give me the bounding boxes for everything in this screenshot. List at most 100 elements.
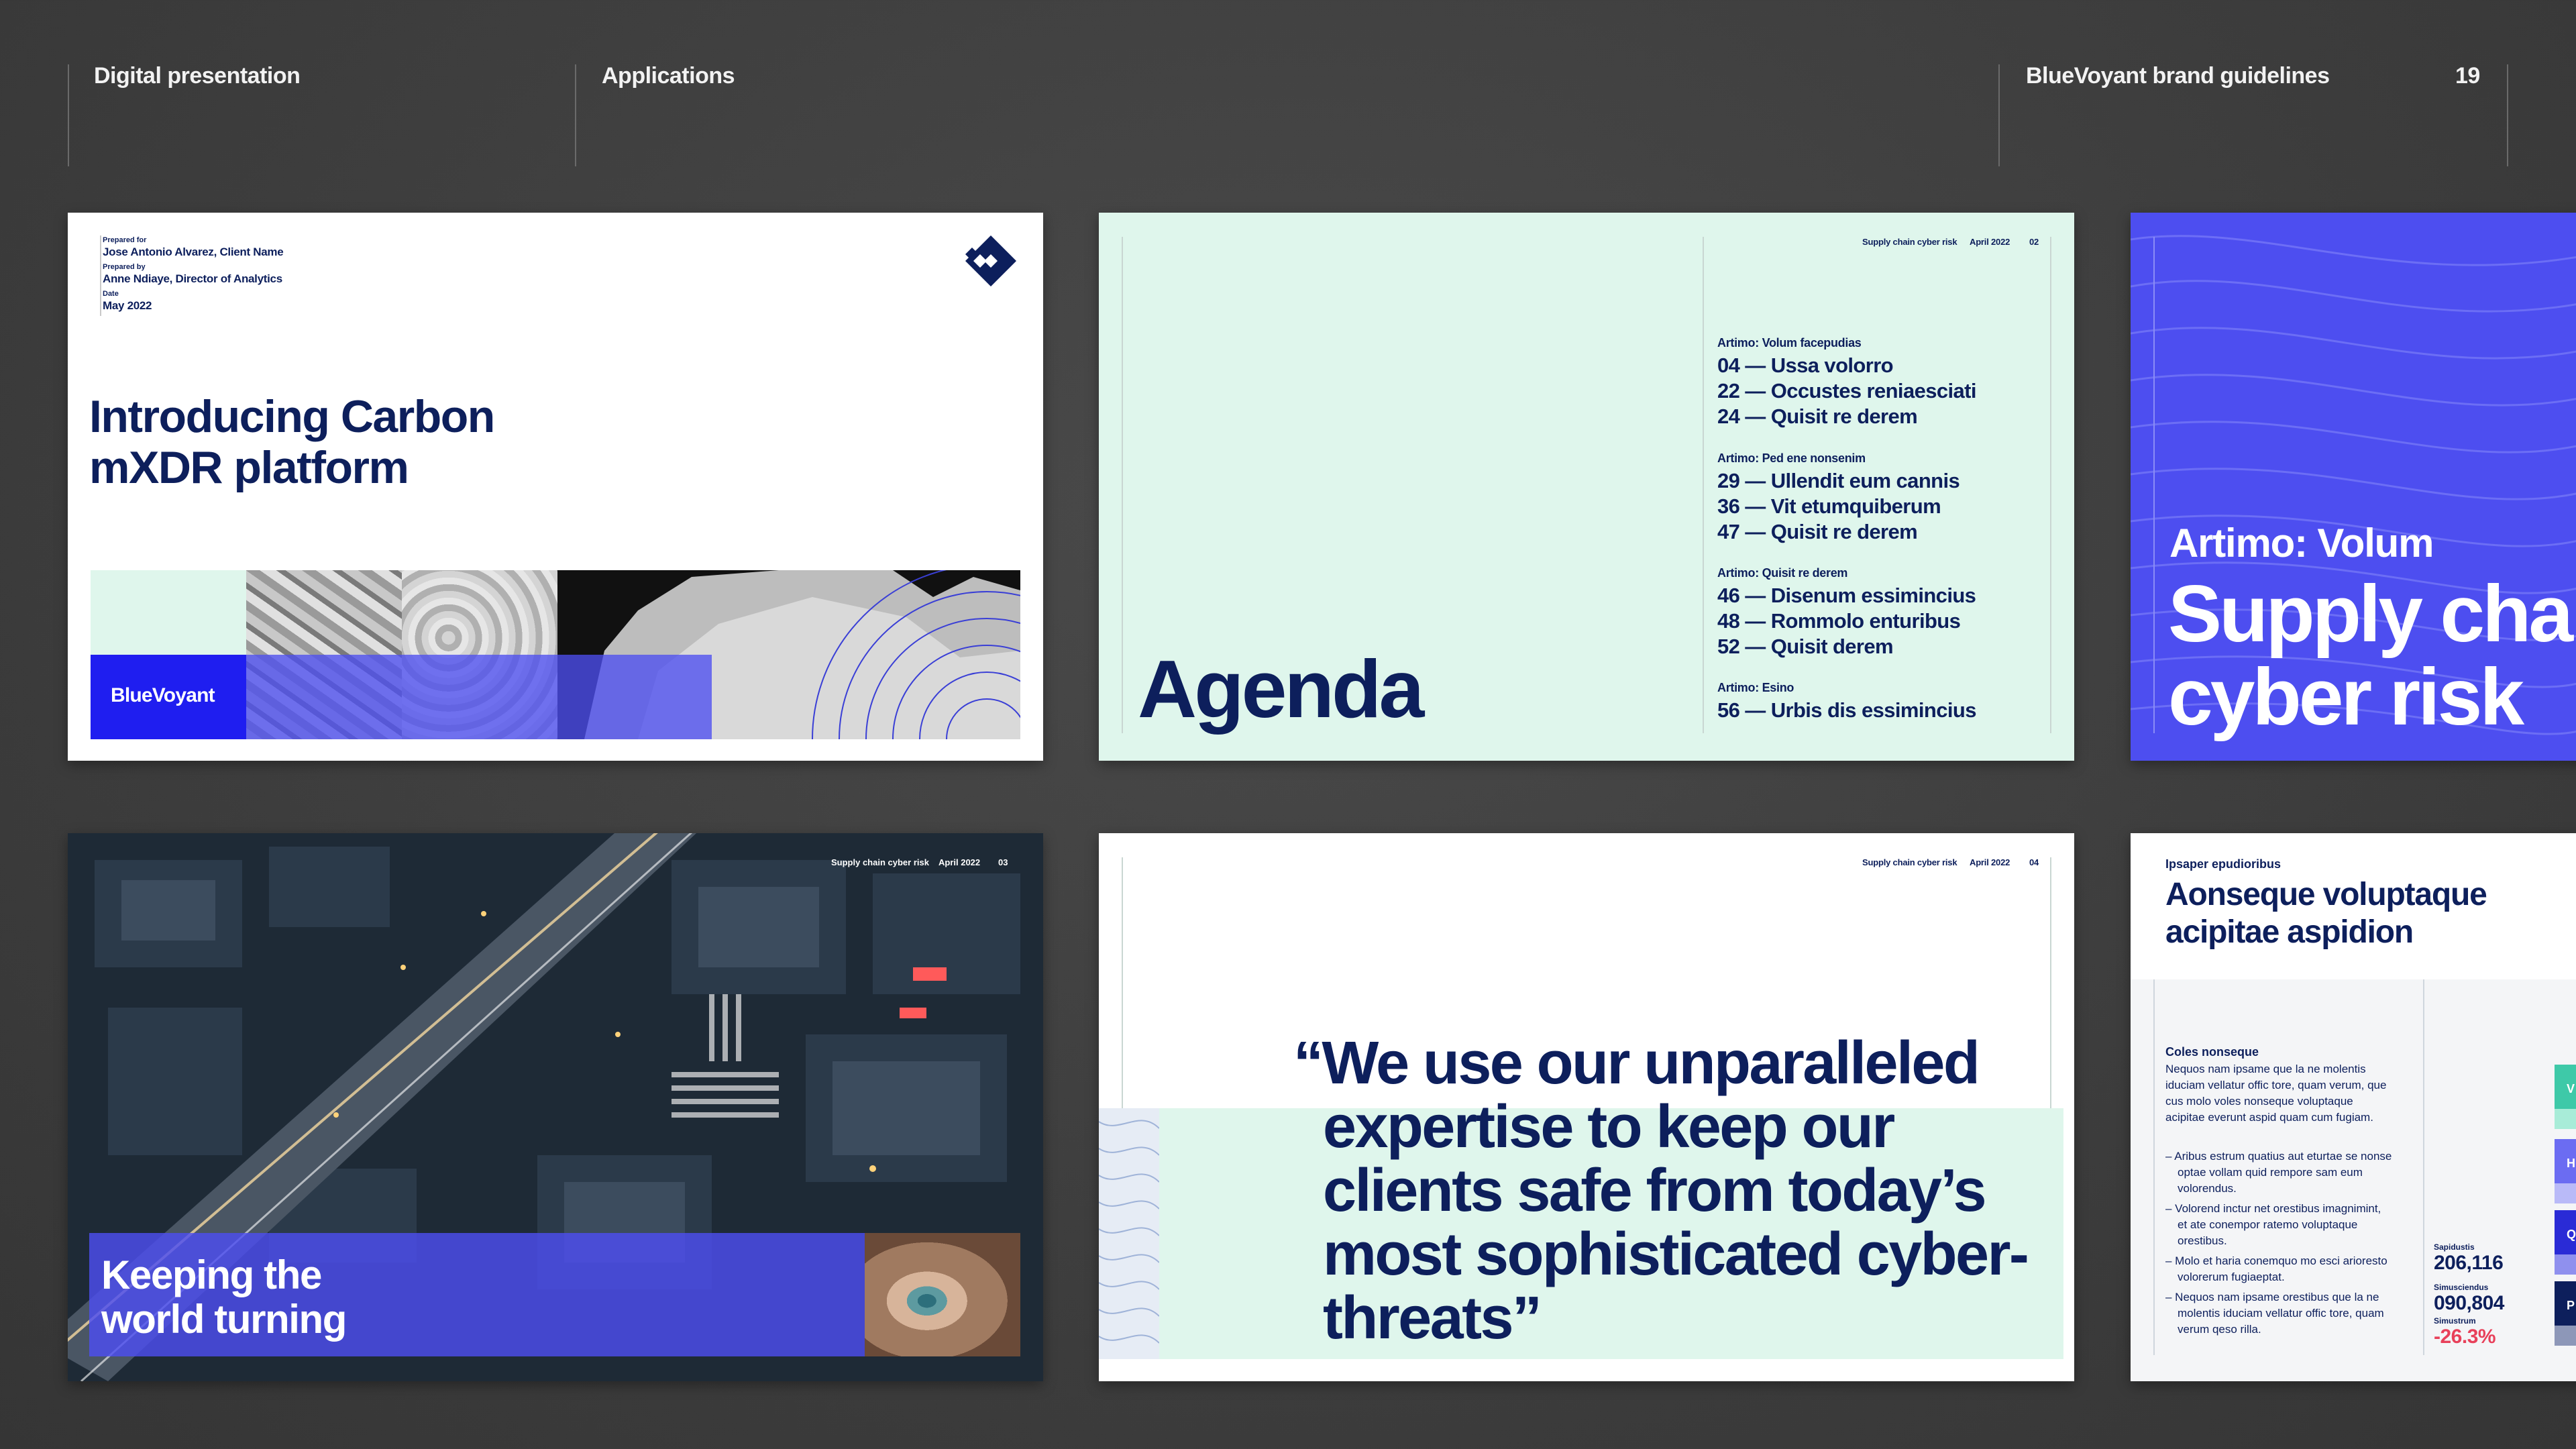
collage-mint-block bbox=[91, 570, 246, 655]
slide-meta: Prepared for Jose Antonio Alvarez, Clien… bbox=[100, 235, 284, 316]
eye-photo bbox=[865, 1233, 1020, 1356]
legend-chip: V bbox=[2555, 1065, 2576, 1109]
stat-value: 206,116 bbox=[2434, 1252, 2504, 1274]
legend-chip-shade bbox=[2555, 1326, 2576, 1346]
agenda-item[interactable]: 04 — Ussa volorro bbox=[1717, 353, 1976, 378]
stat-block: Sapidustis 206,116 bbox=[2434, 1242, 2504, 1275]
meta-date: Date May 2022 bbox=[103, 289, 283, 313]
header-section: Digital presentation bbox=[94, 63, 301, 89]
legend-chip: H bbox=[2555, 1139, 2576, 1183]
header-rule-2 bbox=[575, 64, 576, 166]
left-margin-rule bbox=[2153, 237, 2155, 733]
agenda-item[interactable]: 48 — Rommolo enturibus bbox=[1717, 608, 1976, 634]
agenda-group: Artimo: Volum facepudias 04 — Ussa volor… bbox=[1717, 336, 1977, 429]
stat-label: Sapidustis bbox=[2434, 1242, 2475, 1252]
list-item: – Aribus estrum quatius aut eturtae se n… bbox=[2165, 1150, 2392, 1195]
content-bullet-list: – Aribus estrum quatius aut eturtae se n… bbox=[2165, 1148, 2394, 1342]
stat-value-negative: -26.3% bbox=[2434, 1326, 2496, 1348]
agenda-group-heading: Artimo: Ped ene nonsenim bbox=[1717, 451, 1866, 465]
agenda-item[interactable]: 52 — Quisit derem bbox=[1717, 634, 1976, 659]
running-page: 02 bbox=[2029, 237, 2039, 247]
stat-label: Simusciendus bbox=[2434, 1283, 2489, 1292]
header-guide: BlueVoyant brand guidelines bbox=[2026, 63, 2330, 89]
stat-block: Simustrum -26.3% bbox=[2434, 1316, 2496, 1348]
agenda-group: Artimo: Ped ene nonsenim 29 — Ullendit e… bbox=[1717, 451, 1960, 545]
slide-content-stats[interactable]: Ipsaper epudioribus Aonseque voluptaque … bbox=[2131, 833, 2576, 1381]
section-title-line: cyber risk bbox=[2168, 652, 2524, 742]
meta-prepared-for: Prepared for Jose Antonio Alvarez, Clien… bbox=[103, 235, 284, 260]
list-item: – Molo et haria conemquo mo esci ariores… bbox=[2165, 1254, 2387, 1283]
meta-key: Date bbox=[103, 290, 119, 298]
slide-quote[interactable]: Supply chain cyber risk April 2022 04 “W… bbox=[1099, 833, 2074, 1381]
running-title: Supply chain cyber risk bbox=[831, 857, 929, 867]
content-subhead: Coles nonseque bbox=[2165, 1045, 2259, 1059]
running-title: Supply chain cyber risk bbox=[1862, 857, 1957, 867]
running-date: April 2022 bbox=[1970, 857, 2010, 867]
brand-logo-text: BlueVoyant bbox=[111, 684, 215, 706]
legend-chip: P bbox=[2555, 1281, 2576, 1326]
header-rule-3 bbox=[1998, 64, 2000, 166]
legend-chip: Q bbox=[2555, 1210, 2576, 1254]
meta-value: May 2022 bbox=[103, 299, 152, 312]
pull-quote: “We use our unparalleled expertise to ke… bbox=[1293, 1030, 2029, 1352]
section-title-line: Supply cha bbox=[2168, 569, 2573, 659]
agenda-item[interactable]: 22 — Occustes reniaesciati bbox=[1717, 378, 1977, 404]
meta-key: Prepared for bbox=[103, 236, 147, 244]
cover-title: Introducing Carbon mXDR platform bbox=[89, 391, 495, 493]
slide-agenda[interactable]: Supply chain cyber risk April 2022 02 Ag… bbox=[1099, 213, 2074, 761]
header-chapter: Applications bbox=[602, 63, 735, 89]
slide-cover[interactable]: Prepared for Jose Antonio Alvarez, Clien… bbox=[68, 213, 1043, 761]
agenda-group-heading: Artimo: Volum facepudias bbox=[1717, 336, 1862, 350]
left-margin-rule bbox=[2153, 979, 2155, 1355]
meta-value: Jose Antonio Alvarez, Client Name bbox=[103, 246, 284, 258]
left-margin-rule bbox=[1122, 237, 1123, 733]
running-title: Supply chain cyber risk bbox=[1862, 237, 1957, 247]
header-rule-4 bbox=[2507, 64, 2508, 166]
photo-headline-line: world turning bbox=[101, 1297, 347, 1342]
list-item: – Nequos nam ipsame orestibus que la ne … bbox=[2165, 1291, 2384, 1336]
header-page-number: 19 bbox=[2455, 63, 2480, 89]
agenda-item[interactable]: 29 — Ullendit eum cannis bbox=[1717, 468, 1960, 494]
section-title: Supply cha cyber risk bbox=[2168, 569, 2573, 742]
running-date: April 2022 bbox=[938, 857, 981, 867]
agenda-group-heading: Artimo: Esino bbox=[1717, 681, 1794, 694]
content-paragraph: Nequos nam ipsame que la ne molentis idu… bbox=[2165, 1063, 2387, 1124]
stat-label: Simustrum bbox=[2434, 1316, 2476, 1326]
legend-chip-shade bbox=[2555, 1109, 2576, 1129]
photo-headline-line: Keeping the bbox=[101, 1252, 322, 1297]
bluevoyant-mark-icon bbox=[965, 235, 1016, 286]
agenda-group: Artimo: Quisit re derem 46 — Disenum ess… bbox=[1717, 566, 1976, 659]
slide-section-divider[interactable]: Artimo: Volum Supply cha cyber risk bbox=[2131, 213, 2576, 761]
content-title: Aonseque voluptaque acipitae aspidion bbox=[2165, 877, 2487, 950]
slide-photo[interactable]: Supply chain cyber risk April 2022 03 Ke… bbox=[68, 833, 1043, 1381]
running-page: 04 bbox=[2029, 857, 2039, 867]
agenda-item[interactable]: 46 — Disenum essimincius bbox=[1717, 583, 1976, 608]
content-eyebrow: Ipsaper epudioribus bbox=[2165, 857, 2282, 871]
list-item: – Volorend inctur net orestibus imagnimi… bbox=[2165, 1202, 2381, 1247]
agenda-group-heading: Artimo: Quisit re derem bbox=[1717, 566, 1848, 580]
stat-block: Simusciendus 090,804 bbox=[2434, 1283, 2504, 1315]
agenda-item[interactable]: 56 — Urbis dis essimincius bbox=[1717, 698, 1976, 723]
swirl-texture-icon bbox=[1099, 1108, 1159, 1359]
column-rule bbox=[2423, 979, 2424, 1355]
photo-headline: Keeping the world turning bbox=[101, 1252, 347, 1342]
agenda-item[interactable]: 47 — Quisit re derem bbox=[1717, 519, 1960, 545]
legend-chip-shade bbox=[2555, 1183, 2576, 1203]
running-page: 03 bbox=[998, 857, 1008, 867]
column-rule bbox=[1703, 237, 1704, 733]
legend-chip-shade bbox=[2555, 1254, 2576, 1275]
meta-value: Anne Ndiaye, Director of Analytics bbox=[103, 272, 282, 285]
agenda-item[interactable]: 24 — Quisit re derem bbox=[1717, 404, 1976, 429]
collage-blue-overlay bbox=[246, 655, 712, 739]
section-kicker: Artimo: Volum bbox=[2169, 521, 2434, 566]
meta-key: Prepared by bbox=[103, 263, 146, 271]
agenda-item[interactable]: 36 — Vit etumquiberum bbox=[1717, 494, 1960, 519]
right-margin-rule bbox=[2050, 237, 2051, 733]
header-rule-1 bbox=[68, 64, 69, 166]
stat-value: 090,804 bbox=[2434, 1292, 2504, 1314]
agenda-title: Agenda bbox=[1138, 643, 1424, 735]
meta-prepared-by: Prepared by Anne Ndiaye, Director of Ana… bbox=[103, 262, 283, 286]
agenda-group: Artimo: Esino 56 — Urbis dis essimincius bbox=[1717, 681, 1976, 723]
running-date: April 2022 bbox=[1970, 237, 2010, 247]
brand-logo-tile: BlueVoyant bbox=[91, 655, 246, 739]
